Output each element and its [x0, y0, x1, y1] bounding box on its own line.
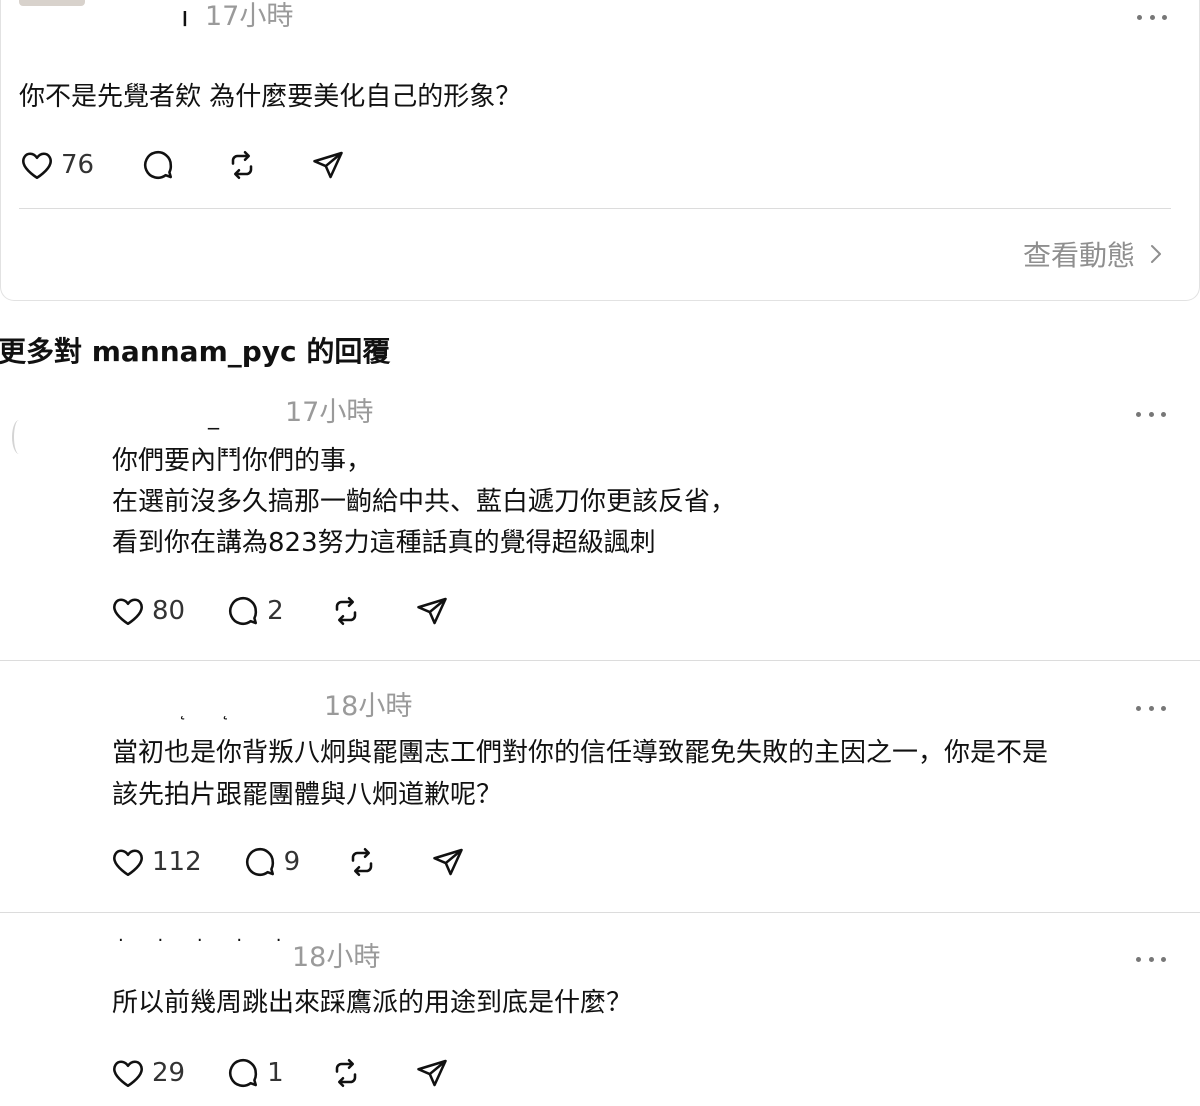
send-icon [433, 848, 463, 876]
like-button[interactable]: 80 [110, 591, 185, 631]
like-count: 80 [152, 596, 186, 626]
reply-text-line: 你們要內鬥你們的事， [112, 446, 373, 476]
comment-button[interactable]: 2 [225, 591, 284, 631]
reply-actions: 80 2 [110, 591, 450, 631]
top-post-card: ı 17小時 你不是先覺者欸 為什麼要美化自己的形象？ 76 查看動態 [0, 0, 1200, 301]
reply-text-line: 該先拍片跟罷團體與八炯道歉呢？ [112, 780, 503, 810]
divider [0, 660, 1200, 661]
share-button[interactable] [310, 145, 346, 185]
comment-button[interactable]: 9 [242, 842, 301, 882]
more-icon[interactable] [1136, 409, 1166, 419]
send-icon [416, 597, 447, 625]
comment-count: 2 [267, 596, 284, 626]
send-icon [313, 151, 343, 179]
avatar[interactable] [19, 0, 85, 6]
reply-time: 18小時 [324, 691, 413, 722]
comment-button[interactable] [140, 145, 176, 185]
repost-icon [231, 150, 253, 180]
reply-time: 18小時 [292, 942, 381, 973]
repost-button[interactable] [224, 145, 260, 185]
share-button[interactable] [414, 1053, 450, 1093]
repost-button[interactable] [328, 591, 364, 631]
section-title: 更多對 mannam_pyc 的回覆 [0, 335, 391, 368]
comment-icon [229, 596, 258, 626]
comment-count: 9 [283, 847, 301, 877]
reply-time: 17小時 [285, 397, 374, 428]
heart-icon [113, 1060, 143, 1088]
post-actions: 76 [19, 145, 346, 185]
like-button[interactable]: 112 [110, 842, 202, 882]
username-fragment[interactable]: ı [181, 0, 189, 34]
view-activity-label: 查看動態 [1023, 239, 1136, 272]
username-fragment[interactable]: · · · · · [118, 930, 296, 951]
username-fragment[interactable]: ˛ ˛ [178, 700, 244, 721]
username-fragment[interactable]: _ [208, 405, 233, 430]
like-button[interactable]: 29 [110, 1053, 185, 1093]
comment-icon [229, 1058, 258, 1088]
reply-actions: 29 1 [110, 1053, 450, 1093]
share-button[interactable] [430, 842, 466, 882]
repost-icon [351, 847, 373, 877]
reply-text-line: 看到你在講為823努力這種話真的覺得超級諷刺 [112, 528, 656, 558]
like-count: 76 [61, 150, 95, 180]
share-button[interactable] [414, 591, 450, 631]
reply-actions: 112 9 [110, 842, 466, 882]
post-text: 你不是先覺者欸 為什麼要美化自己的形象？ [19, 82, 522, 112]
like-count: 112 [152, 847, 202, 877]
comment-icon [245, 847, 274, 877]
reply-text-line: 所以前幾周跳出來踩鷹派的用途到底是什麼？ [112, 988, 633, 1018]
heart-icon [113, 849, 143, 877]
like-button[interactable]: 76 [19, 145, 94, 185]
heart-icon [22, 152, 52, 180]
more-icon[interactable] [1136, 703, 1166, 713]
comment-button[interactable]: 1 [225, 1053, 284, 1093]
reply-text-line: 當初也是你背叛八炯與罷團志工們對你的信任導致罷免失敗的主因之一，你是不是 [112, 738, 1049, 768]
like-count: 29 [152, 1058, 186, 1088]
more-icon[interactable] [1136, 954, 1166, 964]
repost-button[interactable] [328, 1053, 364, 1093]
comment-icon [144, 150, 173, 180]
chevron-right-icon [1151, 245, 1162, 263]
view-activity-link[interactable]: 查看動態 [1023, 234, 1163, 274]
repost-icon [335, 596, 356, 626]
divider [19, 208, 1171, 209]
avatar[interactable] [12, 420, 26, 454]
repost-button[interactable] [344, 842, 380, 882]
divider [0, 912, 1200, 913]
heart-icon [113, 598, 143, 626]
comment-count: 1 [267, 1058, 284, 1088]
reply-text-line: 在選前沒多久搞那一齣給中共、藍白遞刀你更該反省， [112, 487, 737, 517]
send-icon [416, 1059, 447, 1087]
post-time: 17小時 [205, 1, 294, 32]
repost-icon [335, 1058, 356, 1088]
more-icon[interactable] [1137, 12, 1167, 22]
